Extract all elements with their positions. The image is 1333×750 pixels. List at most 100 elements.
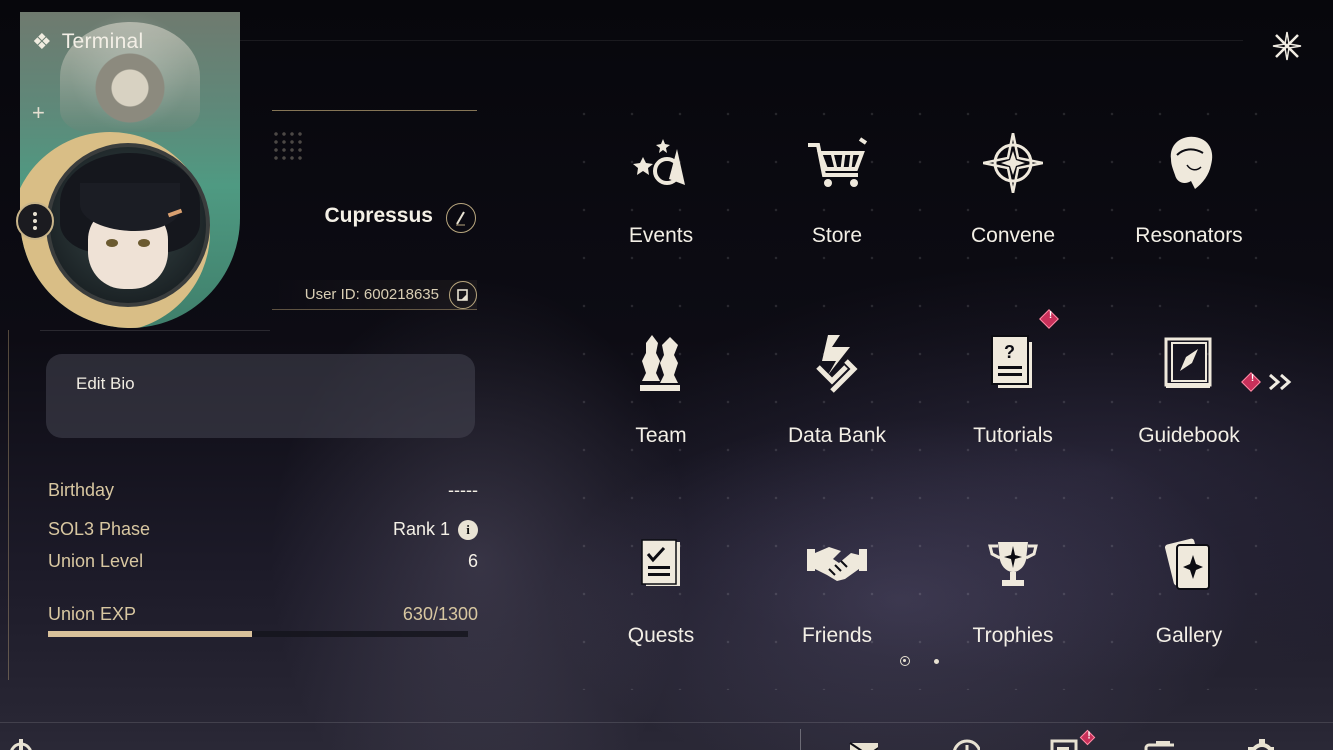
- menu-item-store[interactable]: Store: [762, 108, 912, 258]
- double-chevron-right-icon: [1269, 373, 1292, 391]
- data-bank-icon: [816, 335, 858, 393]
- union-exp-bar-fill: [48, 631, 252, 637]
- svg-text:?: ?: [1004, 342, 1015, 362]
- menu-item-quests[interactable]: Quests: [586, 508, 736, 658]
- birthday-row: Birthday -----: [48, 480, 478, 501]
- convene-star-icon: [983, 133, 1043, 193]
- sol3-phase-value: Rank 1: [392, 519, 450, 539]
- friends-handshake-icon: [807, 547, 867, 581]
- menu-item-label: Store: [811, 224, 863, 247]
- notification-badge-icon: [1241, 372, 1261, 392]
- menu-item-team[interactable]: Team: [586, 308, 736, 458]
- icon-wrap: [978, 528, 1048, 598]
- page-title: Terminal: [61, 30, 144, 53]
- menu-item-label: Resonators: [1135, 224, 1243, 247]
- terminal-diamond-icon: ❖: [32, 29, 52, 54]
- menu-item-label: Tutorials: [973, 424, 1053, 447]
- team-chess-icon: [640, 335, 680, 391]
- quests-checklist-icon: [641, 539, 680, 586]
- icon-wrap: [626, 328, 696, 398]
- union-exp-row: Union EXP 630/1300: [48, 604, 478, 625]
- notes-icon[interactable]: [1050, 737, 1080, 750]
- trophies-cup-icon: [988, 542, 1038, 586]
- menu-item-tutorials[interactable]: ? Tutorials: [938, 308, 1088, 458]
- page-indicator: [900, 656, 939, 666]
- icon-wrap: [978, 128, 1048, 198]
- toolbar-divider: [800, 729, 801, 750]
- close-star-icon: [1272, 31, 1302, 61]
- icon-wrap: [802, 128, 872, 198]
- portrait-options-button[interactable]: [16, 202, 54, 240]
- camera-icon[interactable]: [1144, 737, 1174, 750]
- bio-box[interactable]: Edit Bio: [46, 354, 475, 438]
- avatar-eye: [138, 239, 150, 247]
- mail-glyph: [849, 742, 878, 750]
- settings-gear-icon[interactable]: [1244, 737, 1274, 750]
- menu-item-label: Friends: [801, 624, 873, 647]
- union-exp-label: Union EXP: [48, 604, 137, 624]
- icon-wrap: [626, 528, 696, 598]
- notification-badge-icon: [1039, 309, 1059, 329]
- frame-line: [240, 40, 1243, 41]
- events-icon: [633, 139, 685, 185]
- menu-item-trophies[interactable]: Trophies: [938, 508, 1088, 658]
- sol3-phase-label: SOL3 Phase: [48, 519, 151, 539]
- page-dot-active[interactable]: [900, 656, 910, 666]
- icon-wrap: [802, 528, 872, 598]
- sol3-phase-row: SOL3 Phase Rank 1 i: [48, 519, 478, 540]
- menu-item-label: Quests: [627, 624, 695, 647]
- menu-item-label: Events: [628, 224, 694, 247]
- more-dot: [33, 226, 37, 230]
- power-icon[interactable]: [6, 737, 36, 750]
- page-dot[interactable]: [934, 658, 939, 664]
- guidebook-compass-icon: [1164, 337, 1212, 388]
- icon-wrap: [1154, 528, 1224, 598]
- sol3-phase-value-group: Rank 1 i: [393, 519, 478, 540]
- notes-glyph: [1050, 739, 1078, 750]
- menu-item-label: Convene: [970, 224, 1056, 247]
- icon-wrap: [802, 328, 872, 398]
- more-dot: [33, 212, 37, 216]
- icon-wrap: [1154, 128, 1224, 198]
- menu-item-label: Data Bank: [787, 424, 887, 447]
- menu-item-label: Gallery: [1155, 624, 1223, 647]
- clock-icon[interactable]: [950, 737, 980, 750]
- union-level-row: Union Level 6: [48, 551, 478, 572]
- next-page-button[interactable]: [1241, 372, 1294, 392]
- avatar[interactable]: [46, 143, 210, 307]
- menu-item-label: Team: [635, 424, 687, 447]
- store-cart-icon: [808, 137, 868, 187]
- close-button[interactable]: [1269, 28, 1305, 64]
- copy-id-button[interactable]: [449, 280, 477, 309]
- mail-icon[interactable]: [848, 737, 878, 750]
- menu-item-friends[interactable]: Friends: [762, 508, 912, 658]
- gallery-cards-icon: [1165, 538, 1210, 590]
- union-level-label: Union Level: [48, 551, 144, 571]
- icon-wrap: ?: [978, 309, 1059, 398]
- crosshair-icon: +: [32, 100, 45, 125]
- edit-name-button[interactable]: [446, 203, 476, 233]
- birthday-value: -----: [448, 480, 478, 500]
- bottom-toolbar: [0, 722, 1333, 750]
- menu-item-label: Guidebook: [1138, 424, 1240, 447]
- user-id-row: User ID: 600218635: [272, 280, 477, 310]
- profile-divider: [40, 330, 270, 331]
- clock-glyph: [953, 739, 980, 750]
- union-exp-value: 630/1300: [402, 604, 478, 624]
- edit-bio-label: Edit Bio: [76, 374, 135, 393]
- copy-icon: [457, 288, 468, 301]
- gear-glyph: [1248, 739, 1274, 750]
- icon-wrap: [626, 128, 696, 198]
- more-dot: [33, 219, 37, 223]
- menu-item-convene[interactable]: Convene: [938, 108, 1088, 258]
- info-icon[interactable]: i: [458, 519, 478, 540]
- camera-glyph: [1144, 741, 1174, 750]
- union-exp-bar: [48, 631, 468, 637]
- avatar-eye: [106, 239, 118, 247]
- menu-item-events[interactable]: Events: [586, 108, 736, 258]
- menu-item-resonators[interactable]: Resonators: [1114, 108, 1264, 258]
- menu-item-data-bank[interactable]: Data Bank: [762, 308, 912, 458]
- tutorials-book-icon: ?: [991, 335, 1032, 388]
- resonator-head-icon: [1170, 136, 1213, 189]
- menu-item-gallery[interactable]: Gallery: [1114, 508, 1264, 658]
